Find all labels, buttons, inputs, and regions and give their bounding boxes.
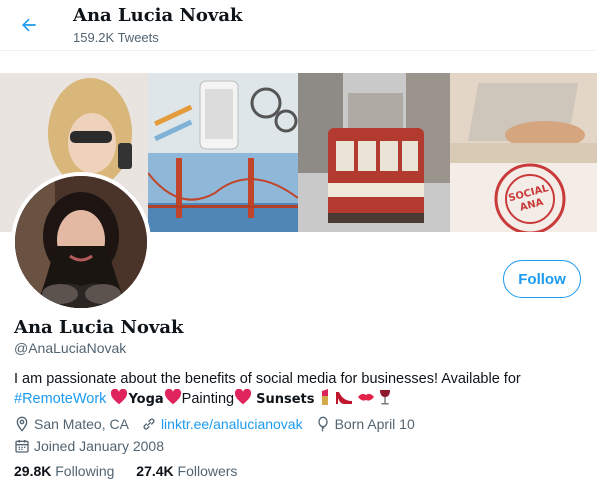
balloon-icon xyxy=(317,416,328,432)
back-button[interactable] xyxy=(12,8,46,42)
link-icon xyxy=(143,418,155,430)
hashtag-link[interactable]: #RemoteWork xyxy=(14,391,106,407)
banner-photo-desk xyxy=(148,73,298,153)
following-label: Following xyxy=(55,463,115,479)
website-item[interactable]: linktr.ee/analucianovak xyxy=(141,414,303,434)
tweet-count: 159.2K Tweets xyxy=(73,30,159,45)
banner-social-ana-stamp: SOCIAL ANA xyxy=(450,163,597,232)
location-pin-icon xyxy=(16,416,28,432)
banner-photo-golden-gate xyxy=(148,153,298,232)
profile-avatar[interactable] xyxy=(11,172,151,312)
followers-stat[interactable]: 27.4K Followers xyxy=(136,463,237,479)
banner-photo-cable-car xyxy=(298,73,450,232)
profile-header: Ana Lucia Novak 159.2K Tweets xyxy=(0,0,597,51)
bio-word-painting: Painting xyxy=(181,391,235,407)
lipstick-icon xyxy=(321,389,328,405)
follow-button[interactable]: Follow xyxy=(503,260,581,298)
kiss-icon xyxy=(357,393,374,401)
followers-label: Followers xyxy=(177,463,238,479)
following-stat[interactable]: 29.8K Following xyxy=(14,463,114,479)
birthday-item: Born April 10 xyxy=(315,414,415,434)
wine-glass-icon xyxy=(379,390,390,405)
birthday-text: Born April 10 xyxy=(334,416,415,432)
banner-photo-laptop xyxy=(450,73,597,163)
arrow-left-icon xyxy=(22,18,36,32)
joined-item: Joined January 2008 xyxy=(14,436,164,456)
bio-line-2: #RemoteWork Yoga Painting Sunsets xyxy=(14,389,589,410)
location-text: San Mateo, CA xyxy=(34,416,129,432)
bio-word-yoga: Yoga xyxy=(128,392,164,407)
following-count: 29.8K xyxy=(14,463,52,479)
joined-text: Joined January 2008 xyxy=(34,438,164,454)
website-link[interactable]: linktr.ee/analucianovak xyxy=(161,414,303,434)
profile-meta: San Mateo, CA linktr.ee/analucianovak Bo… xyxy=(14,414,427,458)
followers-count: 27.4K xyxy=(136,463,174,479)
header-title: Ana Lucia Novak xyxy=(73,5,243,26)
bio-word-sunsets: Sunsets xyxy=(256,392,315,407)
location-item: San Mateo, CA xyxy=(14,414,129,434)
heart-icon xyxy=(111,389,128,405)
profile-name: Ana Lucia Novak xyxy=(14,317,184,338)
follow-stats: 29.8K Following 27.4K Followers xyxy=(14,463,255,479)
profile-bio: I am passionate about the benefits of so… xyxy=(14,369,589,410)
bio-line-1: I am passionate about the benefits of so… xyxy=(14,371,521,387)
heart-icon xyxy=(235,389,252,405)
heart-icon xyxy=(164,389,181,405)
calendar-icon xyxy=(15,440,29,453)
profile-handle: @AnaLuciaNovak xyxy=(14,340,127,356)
high-heel-icon xyxy=(335,392,352,404)
